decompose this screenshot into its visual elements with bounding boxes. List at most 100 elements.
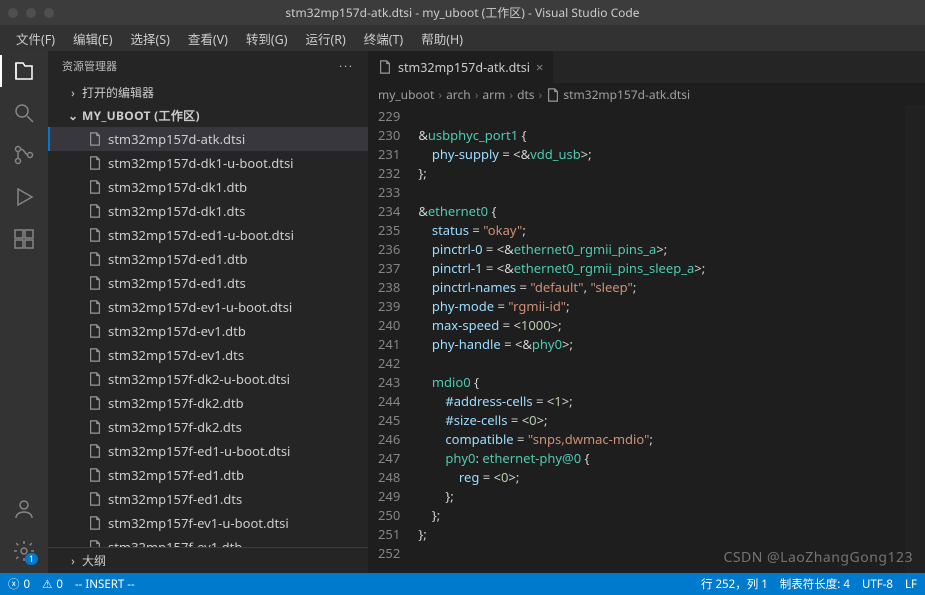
source-control-icon[interactable] — [12, 143, 36, 167]
breadcrumbs[interactable]: my_uboot›arch›arm›dts› stm32mp157d-atk.d… — [368, 83, 925, 105]
file-icon — [88, 252, 102, 266]
vim-mode: -- INSERT -- — [75, 577, 135, 592]
file-item[interactable]: stm32mp157d-dk1.dtb — [48, 175, 368, 199]
breadcrumb-item[interactable]: arch — [446, 86, 471, 103]
file-label: stm32mp157d-ev1.dts — [108, 345, 244, 365]
file-icon — [88, 444, 102, 458]
file-item[interactable]: stm32mp157d-ev1.dtb — [48, 319, 368, 343]
window-close[interactable] — [8, 8, 18, 18]
menu-item[interactable]: 查看(V) — [180, 27, 236, 50]
problems-warnings[interactable]: ⚠ 0 — [42, 577, 63, 592]
file-item[interactable]: stm32mp157d-ev1.dts — [48, 343, 368, 367]
file-icon — [88, 324, 102, 338]
file-label: stm32mp157d-ed1.dtb — [108, 249, 248, 269]
explorer-icon[interactable] — [12, 59, 36, 83]
file-item[interactable]: stm32mp157d-dk1.dts — [48, 199, 368, 223]
file-label: stm32mp157f-ed1.dtb — [108, 465, 244, 485]
window-max[interactable] — [44, 8, 54, 18]
file-item[interactable]: stm32mp157d-ed1.dts — [48, 271, 368, 295]
open-editors-label: 打开的编辑器 — [82, 84, 154, 101]
more-actions-icon[interactable]: ··· — [339, 59, 354, 74]
file-item[interactable]: stm32mp157d-ed1.dtb — [48, 247, 368, 271]
file-icon — [88, 516, 102, 530]
file-icon — [88, 396, 102, 410]
file-item[interactable]: stm32mp157f-dk2-u-boot.dtsi — [48, 367, 368, 391]
menu-item[interactable]: 选择(S) — [122, 27, 177, 50]
open-editors-section[interactable]: › 打开的编辑器 — [48, 81, 368, 104]
breadcrumb-item[interactable]: stm32mp157d-atk.dtsi — [546, 86, 690, 103]
encoding[interactable]: UTF-8 — [862, 577, 893, 592]
window-buttons — [8, 8, 54, 18]
search-icon[interactable] — [12, 101, 36, 125]
file-label: stm32mp157f-ed1.dts — [108, 489, 242, 509]
editor-area: stm32mp157d-atk.dtsi × my_uboot›arch›arm… — [368, 51, 925, 573]
window-title: stm32mp157d-atk.dtsi - my_uboot (工作区) - … — [285, 4, 639, 21]
file-list: stm32mp157d-atk.dtsi stm32mp157d-dk1-u-bo… — [48, 127, 368, 547]
chevron-right-icon: › — [475, 86, 479, 103]
cursor-position[interactable]: 行 252，列 1 — [701, 576, 768, 592]
chevron-right-icon: › — [68, 552, 78, 569]
breadcrumb-item[interactable]: my_uboot — [378, 86, 434, 103]
breadcrumb-item[interactable]: dts — [517, 86, 534, 103]
tab-active[interactable]: stm32mp157d-atk.dtsi × — [368, 51, 554, 83]
file-item[interactable]: stm32mp157f-ed1.dtb — [48, 463, 368, 487]
file-icon — [88, 420, 102, 434]
file-icon — [88, 204, 102, 218]
file-item[interactable]: stm32mp157f-dk2.dts — [48, 415, 368, 439]
file-label: stm32mp157f-dk2.dtb — [108, 393, 244, 413]
file-item[interactable]: stm32mp157f-ev1.dtb — [48, 535, 368, 547]
settings-gear-icon[interactable]: 1 — [12, 539, 36, 563]
file-item[interactable]: stm32mp157d-ev1-u-boot.dtsi — [48, 295, 368, 319]
title-bar: stm32mp157d-atk.dtsi - my_uboot (工作区) - … — [0, 0, 925, 25]
menu-item[interactable]: 编辑(E) — [65, 27, 120, 50]
file-icon — [88, 540, 102, 547]
file-icon — [88, 276, 102, 290]
code-content[interactable]: &usbphyc_port1 { phy-supply = <&vdd_usb>… — [414, 105, 925, 573]
menu-item[interactable]: 转到(G) — [238, 27, 296, 50]
close-icon[interactable]: × — [536, 58, 543, 76]
explorer-label: 资源管理器 — [62, 58, 117, 74]
activity-bar: 1 — [0, 51, 48, 573]
tab-size[interactable]: 制表符长度: 4 — [780, 576, 850, 592]
account-icon[interactable] — [12, 497, 36, 521]
eol[interactable]: LF — [905, 577, 917, 592]
menu-bar: 文件(F)编辑(E)选择(S)查看(V)转到(G)运行(R)终端(T)帮助(H) — [0, 25, 925, 51]
file-icon — [88, 132, 102, 146]
chevron-right-icon: › — [438, 86, 442, 103]
file-label: stm32mp157d-dk1.dtb — [108, 177, 247, 197]
problems-errors[interactable]: ⓧ 0 — [8, 576, 30, 592]
file-label: stm32mp157f-dk2.dts — [108, 417, 242, 437]
minimap[interactable] — [905, 105, 925, 573]
line-gutter: 2292302312322332342352362372382392402412… — [368, 105, 414, 573]
workspace-root-section[interactable]: ⌄ MY_UBOOT (工作区) — [48, 104, 368, 127]
file-item[interactable]: stm32mp157d-dk1-u-boot.dtsi — [48, 151, 368, 175]
file-label: stm32mp157d-dk1.dts — [108, 201, 245, 221]
menu-item[interactable]: 文件(F) — [8, 27, 63, 50]
run-debug-icon[interactable] — [12, 185, 36, 209]
menu-item[interactable]: 运行(R) — [297, 27, 353, 50]
outline-label: 大纲 — [82, 552, 106, 569]
file-item[interactable]: stm32mp157f-ev1-u-boot.dtsi — [48, 511, 368, 535]
file-label: stm32mp157d-atk.dtsi — [108, 129, 245, 149]
menu-item[interactable]: 终端(T) — [356, 27, 411, 50]
file-item[interactable]: stm32mp157f-dk2.dtb — [48, 391, 368, 415]
sidebar-title: 资源管理器 ··· — [48, 51, 368, 81]
file-icon — [88, 156, 102, 170]
code-editor[interactable]: 2292302312322332342352362372382392402412… — [368, 105, 925, 573]
extensions-icon[interactable] — [12, 227, 36, 251]
menu-item[interactable]: 帮助(H) — [413, 27, 471, 50]
file-item[interactable]: stm32mp157f-ed1-u-boot.dtsi — [48, 439, 368, 463]
window-min[interactable] — [26, 8, 36, 18]
file-label: stm32mp157f-dk2-u-boot.dtsi — [108, 369, 290, 389]
breadcrumb-item[interactable]: arm — [482, 86, 505, 103]
file-item[interactable]: stm32mp157f-ed1.dts — [48, 487, 368, 511]
tab-label: stm32mp157d-atk.dtsi — [398, 59, 530, 76]
file-item[interactable]: stm32mp157d-atk.dtsi — [48, 127, 368, 151]
file-icon — [378, 60, 392, 74]
file-label: stm32mp157d-ed1.dts — [108, 273, 246, 293]
outline-section[interactable]: › 大纲 — [48, 547, 368, 573]
file-label: stm32mp157d-dk1-u-boot.dtsi — [108, 153, 294, 173]
settings-badge: 1 — [25, 553, 38, 565]
file-icon — [88, 468, 102, 482]
file-item[interactable]: stm32mp157d-ed1-u-boot.dtsi — [48, 223, 368, 247]
